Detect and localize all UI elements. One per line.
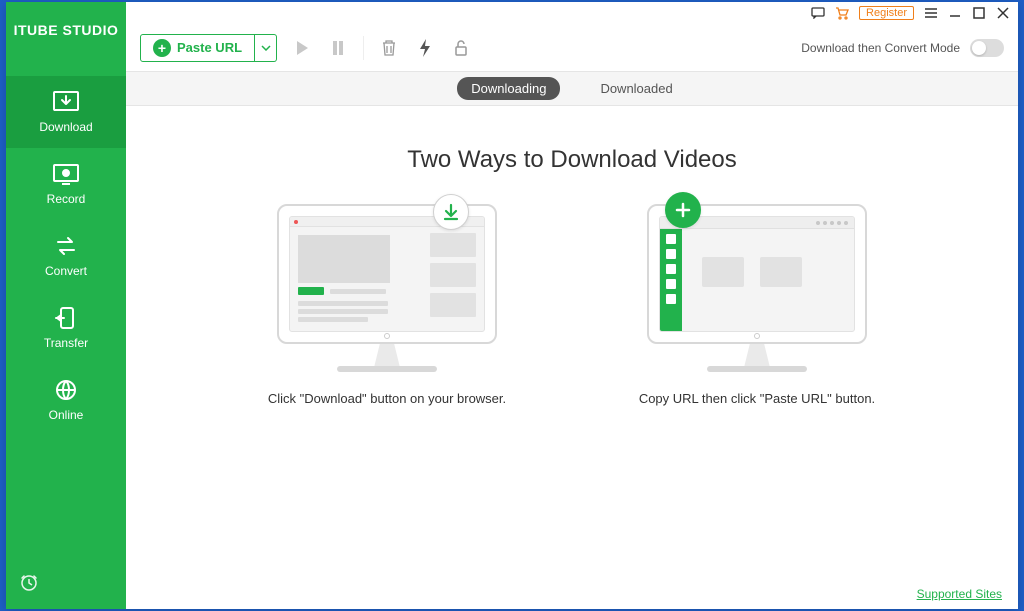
paste-url-dropdown[interactable] [255, 34, 277, 62]
brand-logo: ITUBE STUDIO [6, 2, 126, 58]
method-b-caption: Copy URL then click "Paste URL" button. [639, 390, 875, 408]
menu-icon[interactable] [924, 6, 938, 20]
app-window: ITUBE STUDIO Download [6, 2, 1018, 609]
method-browser-button: Click "Download" button on your browser. [247, 204, 527, 408]
convert-mode-label: Download then Convert Mode [801, 41, 960, 55]
sidebar-item-convert[interactable]: Convert [6, 220, 126, 292]
pause-icon[interactable] [327, 37, 349, 59]
sidebar-item-record[interactable]: Record [6, 148, 126, 220]
supported-sites-link[interactable]: Supported Sites [917, 587, 1002, 601]
monitor-illustration [277, 204, 497, 372]
sidebar-item-online[interactable]: Online [6, 364, 126, 436]
tab-downloaded[interactable]: Downloaded [586, 77, 686, 100]
close-button[interactable] [996, 6, 1010, 20]
feedback-icon[interactable] [811, 6, 825, 20]
convert-icon [52, 234, 80, 258]
headline: Two Ways to Download Videos [407, 146, 737, 174]
plus-badge-icon [665, 192, 701, 228]
method-paste-url: Copy URL then click "Paste URL" button. [617, 204, 897, 408]
register-link[interactable]: Register [859, 6, 914, 20]
cart-icon[interactable] [835, 6, 849, 20]
sidebar-item-download[interactable]: Download [6, 76, 126, 148]
schedule-icon[interactable] [20, 574, 38, 597]
tab-downloading[interactable]: Downloading [457, 77, 560, 100]
methods: Click "Download" button on your browser. [146, 204, 998, 408]
sidebar-item-transfer[interactable]: Transfer [6, 292, 126, 364]
transfer-icon [52, 306, 80, 330]
paste-url-button[interactable]: + Paste URL [140, 34, 255, 62]
maximize-button[interactable] [972, 6, 986, 20]
sidebar-item-label: Convert [45, 264, 87, 278]
paste-url-group: + Paste URL [140, 34, 277, 62]
sidebar-item-label: Online [49, 408, 84, 422]
sidebar: ITUBE STUDIO Download [6, 2, 126, 609]
toolbar-right: Download then Convert Mode [801, 39, 1004, 57]
download-badge-icon [433, 194, 469, 230]
window-controls [948, 6, 1010, 20]
turbo-icon[interactable] [414, 37, 436, 59]
paste-url-label: Paste URL [177, 40, 242, 55]
monitor-illustration [647, 204, 867, 372]
minimize-button[interactable] [948, 6, 962, 20]
titlebar: Register [126, 2, 1018, 24]
download-icon [52, 90, 80, 114]
sidebar-item-label: Record [47, 192, 86, 206]
content: Two Ways to Download Videos [126, 106, 1018, 609]
globe-icon [52, 378, 80, 402]
plus-icon: + [153, 39, 171, 57]
convert-mode-toggle[interactable] [970, 39, 1004, 57]
lock-icon[interactable] [450, 37, 472, 59]
trash-icon[interactable] [378, 37, 400, 59]
tabbar: Downloading Downloaded [126, 72, 1018, 106]
main-area: Register + Paste URL [126, 2, 1018, 609]
play-icon[interactable] [291, 37, 313, 59]
sidebar-item-label: Transfer [44, 336, 88, 350]
separator [363, 36, 364, 60]
sidebar-item-label: Download [39, 120, 92, 134]
record-icon [52, 162, 80, 186]
method-a-caption: Click "Download" button on your browser. [268, 390, 506, 408]
toolbar: + Paste URL [126, 24, 1018, 72]
sidebar-nav: Download Record [6, 76, 126, 436]
